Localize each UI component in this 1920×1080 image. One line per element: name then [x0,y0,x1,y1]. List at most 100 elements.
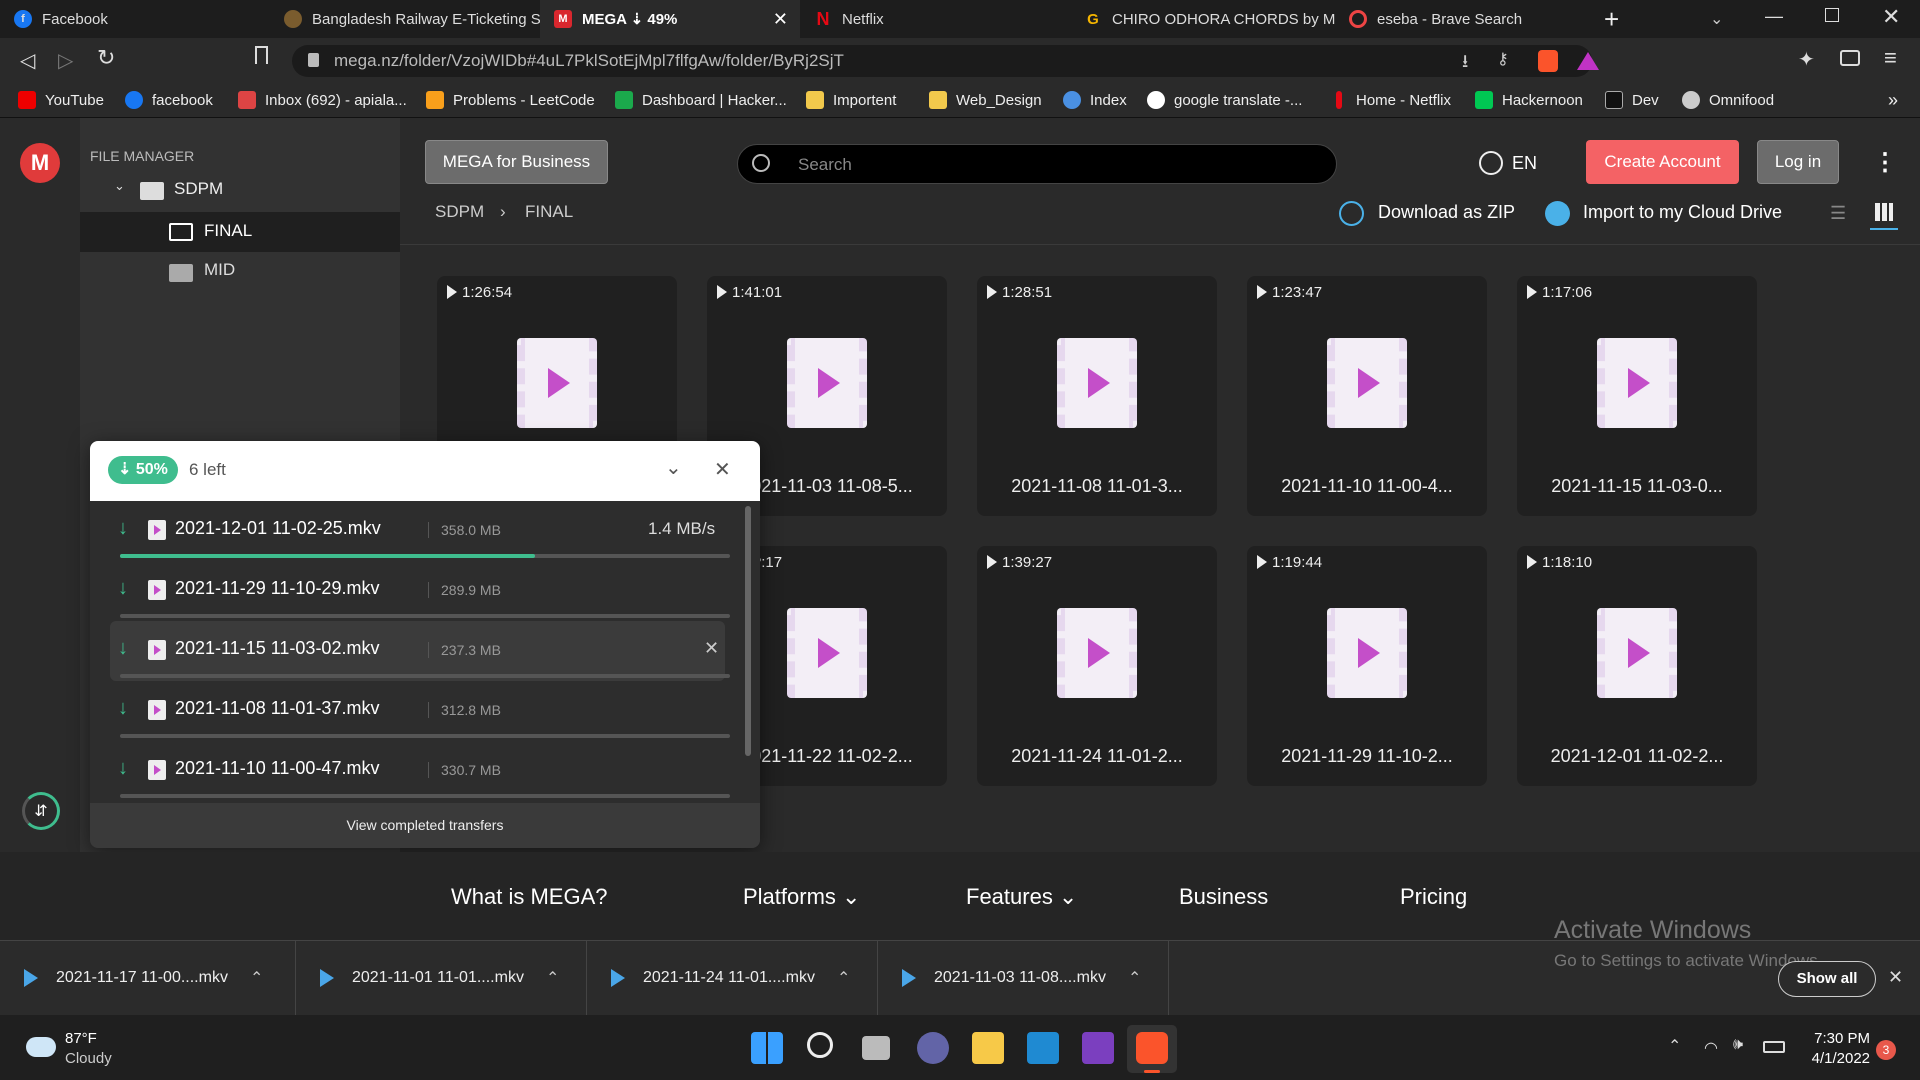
bookmark-omnifood[interactable]: Omnifood [1682,82,1774,118]
sidebar-item-sdpm[interactable]: SDPM [174,179,223,199]
language-selector[interactable]: EN [1512,153,1537,174]
wifi-icon[interactable]: ◠ [1704,1038,1718,1058]
bookmark-google-translate[interactable]: google translate -... [1147,82,1302,118]
download-item[interactable]: 2021-11-17 11-00....mkv ⌃ [0,940,296,1015]
forward-icon[interactable]: ▷ [58,48,73,73]
bookmark-netflix[interactable]: Home - Netflix [1330,82,1451,118]
task-view-icon[interactable] [862,1036,890,1060]
mega-logo-icon[interactable]: M [20,143,60,183]
file-card[interactable]: 1:18:10 2021-12-01 11-02-2... [1517,546,1757,786]
volume-icon[interactable]: 🕪 [1733,1036,1743,1054]
tab-search-chevron-icon[interactable]: ⌄ [1710,9,1723,29]
menu-icon[interactable]: ≡ [1884,45,1897,71]
brave-shield-icon[interactable] [1538,50,1558,72]
chevron-up-icon[interactable]: ⌃ [837,968,850,988]
import-cloud-drive-button[interactable]: Import to my Cloud Drive [1583,202,1782,223]
tab-netflix[interactable]: N Netflix [800,0,1070,38]
close-tab-icon[interactable]: ✕ [773,9,788,30]
transfer-row[interactable]: ↓ 2021-11-29 11-10-29.mkv 289.9 MB [110,561,730,621]
download-icon[interactable]: ⭳ [1462,49,1468,79]
minimize-icon[interactable]: — [1765,6,1783,27]
download-zip-button[interactable]: Download as ZIP [1378,202,1515,223]
collapse-chevron-icon[interactable]: ⌄ [665,455,682,480]
bookmark-youtube[interactable]: YouTube [18,82,104,118]
nav-pricing[interactable]: Pricing [1400,884,1467,910]
create-account-button[interactable]: Create Account [1586,140,1739,184]
transfer-row[interactable]: ↓ 2021-11-08 11-01-37.mkv 312.8 MB [110,681,730,741]
bookmark-folder-importent[interactable]: Importent [806,82,896,118]
close-shelf-icon[interactable]: ✕ [1888,967,1903,988]
chevron-up-icon[interactable]: ⌃ [250,968,263,988]
file-card[interactable]: 1:19:44 2021-11-29 11-10-2... [1247,546,1487,786]
clock-time[interactable]: 7:30 PM [1810,1030,1870,1047]
collapse-chevron-icon[interactable]: ⌄ [114,178,125,194]
search-input[interactable]: Search [737,144,1337,184]
windows-start-icon[interactable] [751,1032,783,1064]
restore-icon[interactable] [1825,8,1839,22]
mega-business-button[interactable]: MEGA for Business [425,140,608,184]
more-options-icon[interactable]: ⋮ [1873,148,1897,177]
tab-facebook[interactable]: f Facebook [0,0,270,38]
bookmark-gmail[interactable]: Inbox (692) - apiala... [238,82,407,118]
scrollbar[interactable] [745,506,751,756]
bookmark-hackernoon[interactable]: Hackernoon [1475,82,1583,118]
close-icon[interactable]: ✕ [714,457,731,482]
search-taskbar-icon[interactable] [807,1032,833,1058]
login-button[interactable]: Log in [1757,140,1839,184]
cancel-transfer-icon[interactable]: ✕ [704,638,719,659]
transfer-row[interactable]: ↓ 2021-12-01 11-02-25.mkv 358.0 MB 1.4 MB/s [110,501,730,561]
tray-chevron-icon[interactable]: ⌃ [1668,1036,1681,1056]
show-all-button[interactable]: Show all [1778,961,1876,997]
transfers-progress-icon[interactable]: ⇵ [22,792,60,830]
battery-icon[interactable] [1763,1041,1785,1053]
download-item[interactable]: 2021-11-03 11-08....mkv ⌃ [878,940,1169,1015]
file-card[interactable]: 1:23:47 2021-11-10 11-00-4... [1247,276,1487,516]
transfer-row[interactable]: ↓ 2021-11-10 11-00-47.mkv 330.7 MB [110,741,730,801]
tab-chords[interactable]: G CHIRO ODHORA CHORDS by Mi [1070,0,1335,38]
address-bar[interactable]: mega.nz/folder/VzojWIDb#4uL7PklSotEjMpl7… [292,45,1599,79]
close-window-icon[interactable]: ✕ [1882,4,1900,30]
download-item[interactable]: 2021-11-01 11-01....mkv ⌃ [296,940,587,1015]
list-view-icon[interactable]: ☰ [1830,203,1846,224]
tab-mega[interactable]: M MEGA ⇣ 49% ✕ [540,0,800,38]
sidebar-item-final[interactable]: FINAL [80,212,400,252]
brave-rewards-icon[interactable] [1577,52,1599,70]
notification-badge[interactable]: 3 [1876,1040,1896,1060]
bookmark-folder-webdesign[interactable]: Web_Design [929,82,1042,118]
nav-business[interactable]: Business [1179,884,1268,910]
view-completed-link[interactable]: View completed transfers [90,803,760,848]
back-icon[interactable]: ◁ [20,48,35,73]
bookmark-dev[interactable]: Dev [1605,82,1659,118]
nav-what-is-mega[interactable]: What is MEGA? [451,884,607,910]
wallet-icon[interactable] [1840,50,1860,66]
key-icon[interactable]: ⚷ [1497,49,1509,69]
tab-railway[interactable]: Bangladesh Railway E-Ticketing S [270,0,540,38]
vscode-icon[interactable] [1027,1032,1059,1064]
clock-date[interactable]: 4/1/2022 [1800,1050,1870,1067]
new-tab-icon[interactable]: + [1604,4,1619,35]
breadcrumb-current[interactable]: FINAL [525,202,573,222]
onenote-icon[interactable] [1082,1032,1114,1064]
file-card[interactable]: 1:28:51 2021-11-08 11-01-3... [977,276,1217,516]
bookmark-icon[interactable] [255,46,268,64]
chat-icon[interactable] [917,1032,949,1064]
chevron-up-icon[interactable]: ⌃ [1128,968,1141,988]
bookmark-index[interactable]: Index [1063,82,1127,118]
tab-brave-search[interactable]: eseba - Brave Search [1335,0,1585,38]
nav-features[interactable]: Features ⌄ [966,884,1077,910]
extensions-icon[interactable]: ✦ [1798,47,1815,72]
file-explorer-icon[interactable] [972,1032,1004,1064]
bookmarks-more[interactable]: » [1888,82,1898,118]
breadcrumb-root[interactable]: SDPM [435,202,484,222]
nav-platforms[interactable]: Platforms ⌄ [743,884,860,910]
bookmark-hackerrank[interactable]: Dashboard | Hacker... [615,82,787,118]
sidebar-item-mid[interactable]: MID [204,260,235,280]
bookmark-facebook[interactable]: facebook [125,82,213,118]
file-card[interactable]: 1:17:06 2021-11-15 11-03-0... [1517,276,1757,516]
download-item[interactable]: 2021-11-24 11-01....mkv ⌃ [587,940,878,1015]
reload-icon[interactable]: ↻ [97,45,115,71]
file-card[interactable]: 1:39:27 2021-11-24 11-01-2... [977,546,1217,786]
chevron-up-icon[interactable]: ⌃ [546,968,559,988]
transfer-row[interactable]: ↓ 2021-11-15 11-03-02.mkv 237.3 MB ✕ [110,621,730,681]
globe-icon[interactable] [1479,151,1503,175]
